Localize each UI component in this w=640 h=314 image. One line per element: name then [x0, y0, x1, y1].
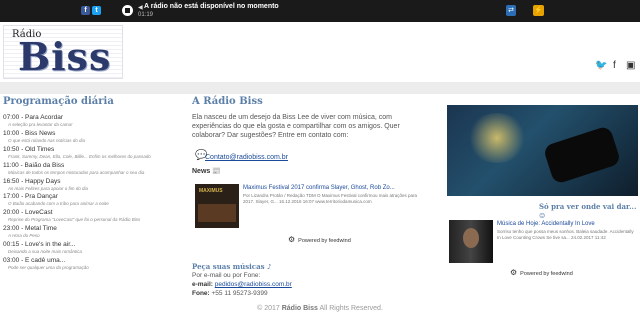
- list-item: 10:00 - Biss News O que está rolando nas …: [3, 129, 183, 145]
- orders-line: Por e-mail ou por Fone:: [192, 272, 261, 279]
- about-title: A Rádio Biss: [192, 96, 263, 107]
- schedule-item-title: 10:50 - Old Times: [3, 145, 55, 153]
- news-thumbnail-photo: [198, 204, 236, 222]
- header-divider-band: [0, 82, 640, 94]
- news-thumbnail[interactable]: MAXIMUS: [195, 184, 239, 228]
- about-section: Ela nasceu de um desejo da Biss Lee de v…: [192, 113, 417, 140]
- feedwind-icon: ⚙: [510, 268, 518, 277]
- site-header: Rádio Biss 🐦 f ▣: [0, 22, 640, 82]
- photo-guitar: [542, 125, 622, 185]
- right-news-excerpt: Sorriso tenho que possa meus sonhos. Bal…: [497, 229, 634, 240]
- list-item: 07:00 - Para Acordar A seleção pra levant…: [3, 113, 183, 129]
- schedule-item-subtitle: Pode ser qualquer uma da programação: [8, 265, 89, 271]
- orders-phone-line: Fone: +55 11 95273-9399: [192, 290, 268, 297]
- schedule-item-subtitle: Reprise do Programa "LoveCast" que foi o…: [8, 217, 141, 223]
- volume-icon[interactable]: ◀: [138, 4, 143, 11]
- player-status-message: A rádio não está disponível no momento: [144, 3, 279, 10]
- power-icon[interactable]: ⚡: [533, 5, 544, 16]
- schedule-item-title: 23:00 - Metal Time: [3, 225, 57, 233]
- schedule-item-subtitle: A seleção pra levantar da cama!: [8, 122, 73, 127]
- right-section-title: Só pra ver onde vai dar... ☺: [539, 202, 640, 220]
- news-excerpt: Por Lizandra Protán / Redação TDM O Maxi…: [243, 193, 417, 204]
- schedule-item-title: 07:00 - Para Acordar: [3, 114, 63, 121]
- list-item: 11:00 - Baião da Biss Músicas de todos os…: [3, 161, 183, 177]
- list-item: 00:15 - Love's in the air... Deixando a s…: [3, 240, 183, 256]
- orders-email-label: e-mail:: [192, 281, 213, 288]
- schedule-title: Programação diária: [3, 96, 114, 107]
- schedule-item-title: 16:50 - Happy Days: [3, 177, 61, 185]
- feedwind-icon: ⚙: [288, 235, 296, 244]
- player-time: 01:19: [138, 12, 154, 18]
- twitter-icon[interactable]: 🐦: [595, 60, 607, 71]
- repeat-icon[interactable]: ⇄: [506, 5, 516, 16]
- twitter-icon[interactable]: t: [92, 6, 101, 15]
- facebook-icon[interactable]: f: [613, 60, 616, 71]
- powered-by-label: Powered by feedwind: [520, 271, 573, 277]
- schedule-item-subtitle: A Hora do Peso: [8, 233, 40, 239]
- facebook-icon[interactable]: f: [81, 6, 90, 15]
- list-item: 03:00 - E cadê uma... Pode ser qualquer u…: [3, 256, 183, 272]
- smile-icon: ☺: [539, 211, 546, 220]
- list-item: 10:50 - Old Times Frank, Sammy, Dean, Ell…: [3, 145, 183, 161]
- photo-light: [467, 113, 527, 163]
- footer-copyright: © 2017: [257, 305, 280, 312]
- orders-email-link[interactable]: pedidos@radiobiss.com.br: [215, 281, 292, 288]
- schedule-item-subtitle: As mais Felizes para apoiar o fim do dia: [8, 185, 89, 191]
- schedule-item-subtitle: Deixando a sua noite mais romântica: [8, 249, 83, 255]
- site-logo[interactable]: Rádio Biss: [3, 25, 123, 79]
- contact-email-link[interactable]: Contato@radiobiss.com.br: [205, 154, 288, 161]
- schedule-item-title: 10:00 - Biss News: [3, 129, 56, 137]
- schedule-item-subtitle: Frank, Sammy, Dean, Ella, Cole, Billie..…: [8, 153, 151, 159]
- schedule-item-subtitle: O Baião acabando com a tribo para animar…: [8, 201, 109, 207]
- orders-phone: +55 11 95273-9399: [211, 290, 268, 297]
- newspaper-icon: 📰: [212, 168, 221, 175]
- orders-phone-label: Fone:: [192, 290, 210, 297]
- list-item: 20:00 - LoveCast Reprise do Programa "Lov…: [3, 208, 183, 224]
- instagram-icon[interactable]: ▣: [626, 60, 635, 71]
- news-heading: News 📰: [192, 167, 221, 175]
- logo-big-text: Biss: [18, 34, 112, 79]
- play-stop-icon[interactable]: [122, 5, 133, 16]
- schedule-item-title: 11:00 - Baião da Biss: [3, 161, 65, 169]
- about-text: Ela nasceu de um desejo da Biss Lee de v…: [192, 114, 400, 139]
- right-section-title-text: Só pra ver onde vai dar...: [539, 202, 637, 211]
- orders-email-line: e-mail: pedidos@radiobiss.com.br: [192, 281, 292, 288]
- powered-by-label: Powered by feedwind: [298, 238, 351, 244]
- schedule-item-subtitle: Músicas de todos os tempos misturadas pa…: [8, 169, 145, 175]
- schedule-list: 07:00 - Para Acordar A seleção pra levant…: [3, 113, 183, 272]
- right-news-thumbnail[interactable]: [449, 220, 493, 263]
- right-news-title-link[interactable]: Música de Hoje: Accidentally In Love: [497, 221, 595, 227]
- schedule-item-title: 00:15 - Love's in the air...: [3, 241, 76, 249]
- site-footer: © 2017 Rádio Biss All Rights Reserved.: [0, 305, 640, 312]
- player-bar: f t ◀ A rádio não está disponível no mom…: [0, 0, 640, 22]
- music-note-icon: ♪: [266, 262, 272, 271]
- schedule-item-title: 17:00 - Pra Dançar: [3, 193, 58, 201]
- news-label: News: [192, 168, 211, 175]
- list-item: 16:50 - Happy Days As mais Felizes para a…: [3, 177, 183, 193]
- powered-by-feedwind[interactable]: ⚙ Powered by feedwind: [510, 268, 573, 277]
- list-item: 17:00 - Pra Dançar O Baião acabando com a…: [3, 192, 183, 208]
- orders-title: Peça suas músicas ♪: [192, 262, 271, 271]
- news-thumbnail-text: MAXIMUS: [199, 188, 223, 194]
- schedule-item-subtitle: O que está rolando nas notícias do dia: [8, 137, 86, 143]
- footer-rights: All Rights Reserved.: [319, 305, 383, 312]
- powered-by-feedwind[interactable]: ⚙ Powered by feedwind: [288, 235, 351, 244]
- orders-title-text: Peça suas músicas: [192, 262, 265, 271]
- featured-photo[interactable]: [447, 105, 638, 196]
- schedule-item-title: 03:00 - E cadê uma...: [3, 257, 66, 265]
- news-title-link[interactable]: Maximus Festival 2017 confirma Slayer, G…: [243, 185, 395, 191]
- list-item: 23:00 - Metal Time A Hora do Peso: [3, 224, 183, 240]
- schedule-item-title: 20:00 - LoveCast: [3, 209, 53, 217]
- thumbnail-face: [463, 228, 479, 248]
- footer-brand: Rádio Biss: [281, 305, 318, 312]
